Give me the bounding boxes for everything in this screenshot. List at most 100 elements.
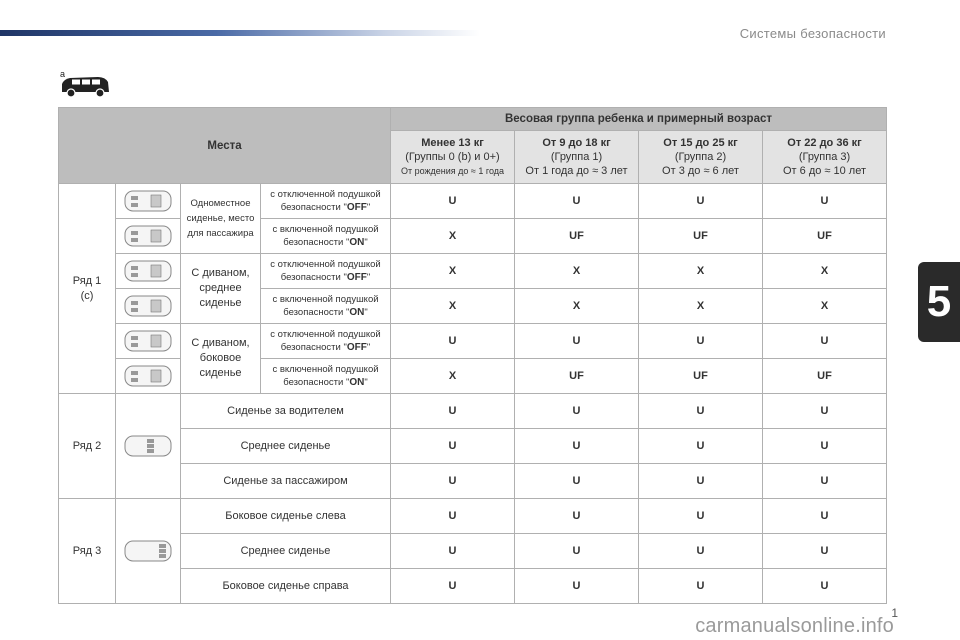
table-row: Среднее сиденье U U U U (59, 533, 888, 569)
compatibility-value: UF (761, 358, 888, 394)
compatibility-value: U (638, 568, 763, 604)
table-row: Боковое сиденье справа U U U U (59, 568, 888, 604)
weight-group-header: Весовая группа ребенка и примерный возра… (389, 107, 888, 131)
compatibility-value: U (390, 428, 515, 464)
compatibility-value: X (390, 288, 515, 324)
compatibility-value: UF (638, 358, 763, 394)
van-icon: a (60, 69, 109, 98)
car-seat-diagram-icon (124, 295, 172, 317)
car-seat-diagram-icon (124, 435, 172, 457)
watermark: carmanualsonline.info (695, 615, 894, 637)
seat-name: С диваном, боковое сиденье (180, 323, 261, 394)
compatibility-value: U (514, 568, 639, 604)
seat-diagram-cell (115, 323, 181, 359)
weight-range: От 9 до 18 кг (542, 137, 611, 149)
table-row: С диваном, среднее сиденье с отключенной … (59, 253, 888, 324)
seat-name: Среднее сиденье (180, 533, 391, 569)
car-seat-diagram-icon (124, 260, 172, 282)
chapter-tab: 5 (918, 262, 960, 342)
row-label: Ряд 2 (58, 393, 116, 499)
compatibility-value: UF (761, 218, 888, 254)
compatibility-value: U (390, 183, 515, 219)
compatibility-value: U (638, 533, 763, 569)
seat-diagram-cell (115, 498, 181, 604)
table-row: С диваном, боковое сиденье с отключенной … (59, 323, 888, 394)
row-label-text: Ряд 1 (72, 274, 102, 287)
section-title: Системы безопасности (739, 26, 886, 41)
car-seat-diagram-icon (124, 330, 172, 352)
age-range: От 1 года до ≈ 3 лет (525, 165, 628, 177)
compatibility-value: U (638, 498, 763, 534)
compatibility-value: UF (638, 218, 763, 254)
airbag-condition-end: " (366, 272, 371, 283)
group-label: (Группы 0 (b) и 0+) (405, 151, 500, 163)
compatibility-value: U (761, 533, 888, 569)
weight-group-column-header: От 15 до 25 кг (Группа 2) От 3 до ≈ 6 лет (638, 130, 763, 184)
van-label: a (60, 69, 65, 79)
airbag-condition: с включенной подушкой безопасности "ON" (260, 218, 391, 254)
seat-diagram-cell (115, 218, 181, 254)
seat-diagram-cell (115, 288, 181, 324)
compatibility-value: U (638, 393, 763, 429)
age-range: От 3 до ≈ 6 лет (662, 165, 739, 177)
weight-group-column-header: От 9 до 18 кг (Группа 1) От 1 года до ≈ 3 … (514, 130, 639, 184)
weight-range: От 15 до 25 кг (663, 137, 738, 149)
airbag-condition-end: " (364, 237, 368, 248)
compatibility-value: U (514, 183, 639, 219)
seat-diagram-cell (115, 358, 181, 394)
compatibility-value: U (761, 183, 888, 219)
table-row: Ряд 3 Боковое сиденье слева U U U U (58, 498, 888, 604)
compatibility-value: U (514, 323, 639, 359)
compatibility-value: X (761, 253, 888, 289)
airbag-flag: OFF (346, 342, 367, 353)
row-label: Ряд 1 (c) (58, 183, 116, 394)
compatibility-value: U (638, 183, 763, 219)
seat-diagram-cell (115, 393, 181, 499)
compatibility-value: X (761, 288, 888, 324)
airbag-flag: ON (349, 377, 365, 388)
airbag-condition: с отключенной подушкой безопасности "OFF… (260, 183, 391, 219)
table-row: Ряд 2 Сиденье за водителем U U U U (58, 393, 888, 499)
seat-diagram-cell (115, 183, 181, 219)
compatibility-value: X (514, 253, 639, 289)
compatibility-value: U (761, 463, 888, 499)
airbag-flag: ON (349, 307, 365, 318)
airbag-flag: OFF (346, 202, 367, 213)
car-seat-diagram-icon (124, 225, 172, 247)
compatibility-value: U (514, 498, 639, 534)
airbag-condition-end: " (364, 307, 368, 318)
compatibility-value: U (761, 323, 888, 359)
row-label: Ряд 3 (58, 498, 116, 604)
places-header: Места (58, 107, 391, 184)
group-label: (Группа 2) (674, 151, 727, 163)
airbag-flag: OFF (346, 272, 367, 283)
compatibility-value: X (638, 253, 763, 289)
seat-name: С диваном, среднее сиденье (180, 253, 261, 324)
table-row: Ряд 1 (c) Одноместное сиденье, место для п… (58, 183, 888, 394)
compatibility-value: U (514, 463, 639, 499)
seat-name: Среднее сиденье (180, 428, 391, 464)
car-seat-diagram-icon (124, 365, 172, 387)
group-label: (Группа 3) (798, 151, 851, 163)
seat-diagram-cell (115, 253, 181, 289)
airbag-condition-end: " (364, 377, 368, 388)
child-seat-table: Места Весовая группа ребенка и примерный… (58, 107, 888, 604)
compatibility-value: U (514, 428, 639, 464)
airbag-condition: с включенной подушкой безопасности "ON" (260, 358, 391, 394)
seat-name: Боковое сиденье слева (180, 498, 391, 534)
compatibility-value: X (390, 218, 515, 254)
compatibility-value: U (390, 323, 515, 359)
weight-range: Менее 13 кг (421, 137, 484, 149)
compatibility-value: U (390, 393, 515, 429)
compatibility-value: X (514, 288, 639, 324)
airbag-condition: с включенной подушкой безопасности "ON" (260, 288, 391, 324)
airbag-condition: с отключенной подушкой безопасности "OFF… (260, 323, 391, 359)
age-range: От 6 до ≈ 10 лет (783, 165, 867, 177)
compatibility-value: U (390, 533, 515, 569)
car-seat-diagram-icon (124, 540, 172, 562)
compatibility-value: U (390, 568, 515, 604)
age-range: От рождения до ≈ 1 года (400, 166, 505, 176)
compatibility-value: X (390, 253, 515, 289)
row-label-note: (c) (80, 289, 94, 302)
seat-name: Сиденье за пассажиром (180, 463, 391, 499)
